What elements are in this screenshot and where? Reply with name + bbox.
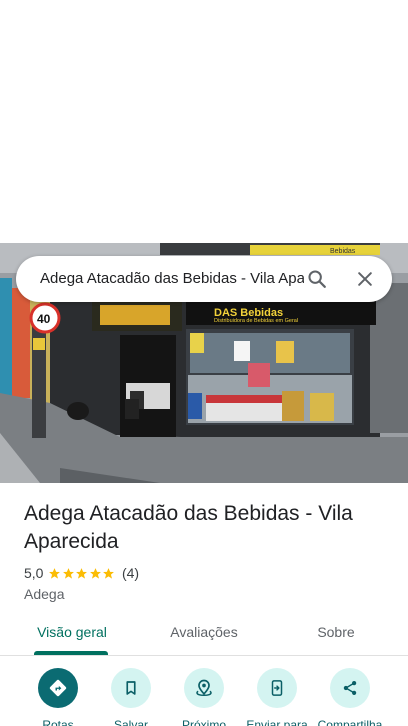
star-icon (49, 567, 61, 579)
directions-button[interactable]: Rotas (18, 668, 98, 726)
send-to-phone-label: Enviar para (246, 718, 308, 726)
nearby-button[interactable]: Próximo (164, 668, 244, 726)
save-label: Salvar (113, 718, 148, 726)
close-icon (358, 272, 372, 286)
speed-limit-sign: 40 (37, 312, 51, 326)
directions-label: Rotas (42, 718, 74, 726)
star-icon (76, 567, 88, 579)
place-tabs: Visão geral Avaliações Sobre (0, 612, 408, 656)
directions-circle (38, 668, 78, 708)
banner-top-text: Bebidas (330, 248, 356, 255)
directions-icon (49, 679, 67, 697)
save-circle (111, 668, 151, 708)
store-sign-subtitle: Distribuidora de Bebidas em Geral (214, 318, 298, 324)
share-circle (330, 668, 370, 708)
search-button[interactable] (300, 262, 334, 296)
bookmark-icon (126, 681, 136, 695)
place-title: Adega Atacadão das Bebidas - Vila Aparec… (24, 502, 353, 553)
action-buttons: Rotas Salvar Próximo Enviar para Compart… (0, 668, 408, 726)
active-tab-indicator (34, 651, 108, 655)
send-to-phone-icon (271, 680, 283, 696)
tab-overview[interactable]: Visão geral (16, 612, 128, 655)
clear-search-button[interactable] (348, 262, 382, 296)
search-input[interactable]: Adega Atacadão das Bebidas - Vila Aparec… (40, 256, 304, 302)
star-icon (90, 567, 101, 579)
share-icon (343, 681, 357, 695)
place-category: Adega (24, 586, 65, 602)
search-bar[interactable]: Adega Atacadão das Bebidas - Vila Aparec… (16, 256, 392, 302)
share-label: Compartilha (317, 718, 383, 726)
nearby-icon (196, 679, 212, 697)
star-icon (103, 567, 115, 579)
place-info: Adega Atacadão das Bebidas - Vila Aparec… (24, 500, 384, 602)
share-button[interactable]: Compartilha (310, 668, 390, 726)
map-blank-area (0, 0, 408, 243)
send-circle (257, 668, 297, 708)
nearby-circle (184, 668, 224, 708)
rating-value: 5,0 (24, 565, 44, 581)
star-rating (48, 567, 116, 580)
star-icon (63, 567, 74, 579)
tab-about[interactable]: Sobre (280, 612, 392, 655)
search-icon (308, 270, 326, 288)
review-count: (4) (121, 565, 140, 581)
nearby-label: Próximo (181, 718, 226, 726)
rating-row[interactable]: 5,0 (4) (24, 564, 384, 582)
save-button[interactable]: Salvar (91, 668, 171, 726)
send-to-phone-button[interactable]: Enviar para (237, 668, 317, 726)
tab-reviews[interactable]: Avaliações (148, 612, 260, 655)
